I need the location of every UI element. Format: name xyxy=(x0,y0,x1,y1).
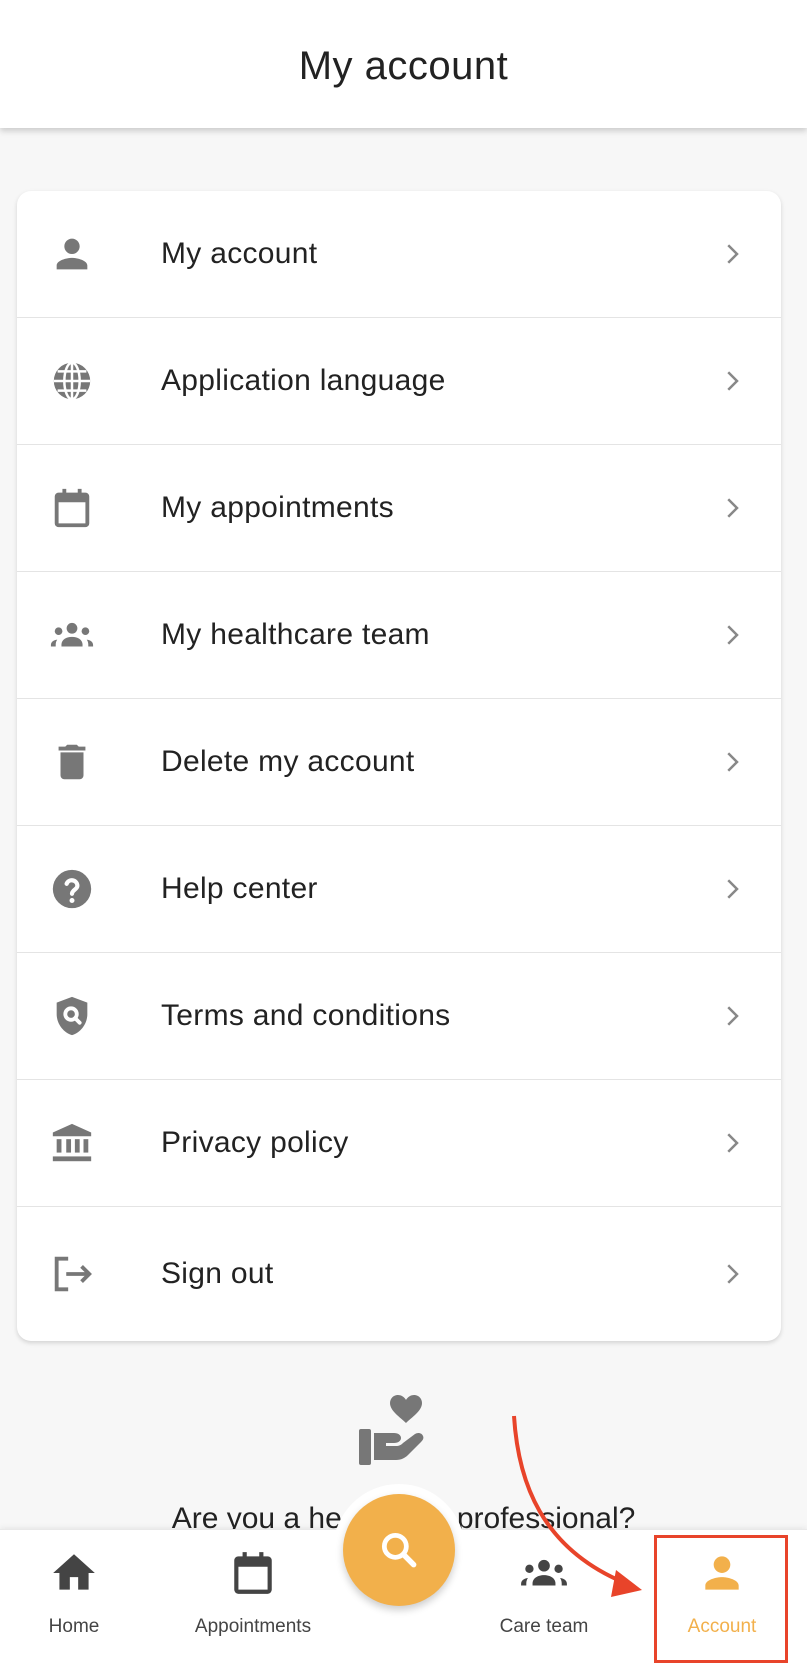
chevron-right-icon xyxy=(727,879,739,899)
app-header: My account xyxy=(0,0,807,128)
menu-item-application-language[interactable]: Application language xyxy=(17,318,781,445)
nav-label: Care team xyxy=(499,1616,589,1637)
menu-item-label: Sign out xyxy=(161,1257,274,1290)
person-icon xyxy=(697,1548,747,1598)
menu-item-help-center[interactable]: Help center xyxy=(17,826,781,953)
menu-item-terms-and-conditions[interactable]: Terms and conditions xyxy=(17,953,781,1080)
account-menu-card: My account Application language My appoi… xyxy=(17,191,781,1341)
bank-icon xyxy=(49,1120,95,1166)
chevron-right-icon xyxy=(727,1133,739,1153)
shield-search-icon xyxy=(49,993,95,1039)
person-icon xyxy=(49,231,95,277)
menu-item-my-account[interactable]: My account xyxy=(17,191,781,318)
home-icon xyxy=(49,1548,99,1598)
page-title: My account xyxy=(298,44,509,88)
nav-label: Appointments xyxy=(194,1616,312,1637)
trash-icon xyxy=(49,739,95,785)
chevron-right-icon xyxy=(727,371,739,391)
calendar-icon xyxy=(49,485,95,531)
chevron-right-icon xyxy=(727,625,739,645)
chevron-right-icon xyxy=(727,498,739,518)
chevron-right-icon xyxy=(727,1264,739,1284)
chevron-right-icon xyxy=(727,1006,739,1026)
group-icon xyxy=(519,1548,569,1598)
search-icon xyxy=(381,1532,417,1568)
calendar-icon xyxy=(228,1548,278,1598)
nav-item-appointments[interactable]: Appointments xyxy=(168,1530,338,1667)
group-icon xyxy=(49,612,95,658)
menu-item-sign-out[interactable]: Sign out xyxy=(17,1207,781,1341)
menu-item-label: My appointments xyxy=(161,491,394,524)
chevron-right-icon xyxy=(727,244,739,264)
menu-item-privacy-policy[interactable]: Privacy policy xyxy=(17,1080,781,1207)
nav-label: Account xyxy=(687,1616,757,1637)
menu-item-label: Delete my account xyxy=(161,745,415,778)
heart-hand-icon xyxy=(356,1393,440,1469)
menu-item-label: Privacy policy xyxy=(161,1126,349,1159)
menu-item-label: Application language xyxy=(161,364,446,397)
menu-item-label: My healthcare team xyxy=(161,618,430,651)
search-fab-button[interactable] xyxy=(343,1494,455,1606)
nav-item-account[interactable]: Account xyxy=(656,1530,788,1667)
menu-item-label: My account xyxy=(161,237,318,270)
chevron-right-icon xyxy=(727,752,739,772)
help-icon xyxy=(49,866,95,912)
menu-item-label: Terms and conditions xyxy=(161,999,451,1032)
nav-label: Home xyxy=(48,1616,100,1637)
nav-item-care-team[interactable]: Care team xyxy=(474,1530,614,1667)
menu-item-delete-my-account[interactable]: Delete my account xyxy=(17,699,781,826)
menu-item-label: Help center xyxy=(161,872,318,905)
menu-item-my-healthcare-team[interactable]: My healthcare team xyxy=(17,572,781,699)
globe-icon xyxy=(49,358,95,404)
logout-icon xyxy=(49,1251,95,1297)
menu-item-my-appointments[interactable]: My appointments xyxy=(17,445,781,572)
nav-item-home[interactable]: Home xyxy=(4,1530,144,1667)
